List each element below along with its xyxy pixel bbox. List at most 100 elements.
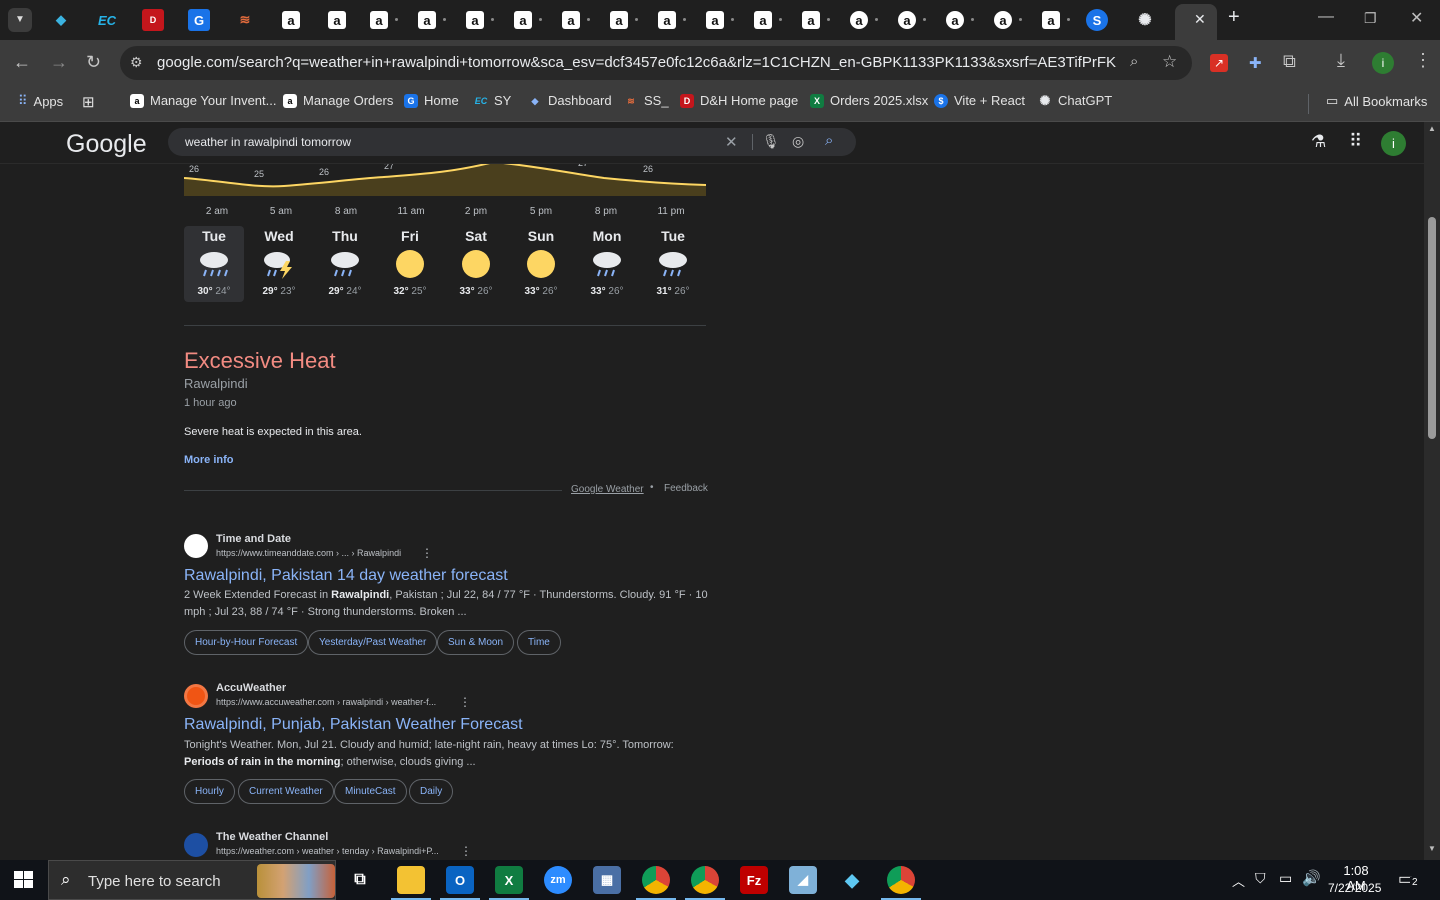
close-tab-icon[interactable]: ✕ (1194, 11, 1206, 28)
bookmark-ss[interactable]: ≋ SS_ (624, 93, 668, 108)
all-bookmarks[interactable]: ▭ All Bookmarks (1326, 93, 1427, 109)
chip-past-weather[interactable]: Yesterday/Past Weather (308, 630, 438, 655)
tab-search-button[interactable]: ▼ (8, 8, 32, 32)
filezilla-icon[interactable]: Fz (740, 866, 768, 894)
tab-amazon-icon[interactable]: a (466, 11, 484, 29)
notes-app-icon[interactable]: ◢ (789, 866, 817, 894)
tab-amazon-icon[interactable]: a (754, 11, 772, 29)
search-query[interactable]: weather in rawalpindi tomorrow (185, 135, 351, 149)
zoom-icon[interactable]: ⌕ (1130, 53, 1138, 70)
network-icon[interactable]: ▭ (1279, 870, 1292, 887)
result-title-link[interactable]: Rawalpindi, Punjab, Pakistan Weather For… (184, 716, 523, 734)
search-icon[interactable]: ⌕ (825, 132, 833, 149)
accuweather-favicon-icon[interactable] (184, 684, 208, 708)
result-site-name[interactable]: Time and Date (216, 533, 291, 545)
tab-favicon-icon[interactable]: ◆ (50, 9, 72, 31)
day-forecast[interactable]: Fri 32° 25° (380, 226, 440, 302)
show-hidden-icons-icon[interactable]: ︿ (1232, 871, 1245, 890)
day-forecast[interactable]: Tue 31° 26° (643, 226, 703, 302)
active-tab[interactable]: ✕ (1175, 4, 1217, 40)
result-site-name[interactable]: The Weather Channel (216, 831, 328, 843)
bookmark-apps[interactable]: ⠿ Apps (18, 93, 63, 109)
chrome-icon[interactable] (642, 866, 670, 894)
chip-current-weather[interactable]: Current Weather (238, 779, 334, 804)
tab-amazon-icon[interactable]: a (1042, 11, 1060, 29)
tab-amazon-icon[interactable]: a (658, 11, 676, 29)
chip-hourly[interactable]: Hourly (184, 779, 235, 804)
task-view-icon[interactable]: ⧉ (346, 866, 374, 894)
bookmark-chatgpt[interactable]: ✺ ChatGPT (1038, 93, 1113, 108)
google-weather-link[interactable]: Google Weather (571, 484, 644, 495)
windows-start-icon[interactable] (14, 871, 34, 889)
chip-sun-moon[interactable]: Sun & Moon (437, 630, 515, 655)
bookmark-star-icon[interactable]: ☆ (1162, 52, 1177, 72)
page-scrollbar[interactable]: ▲ ▼ (1424, 122, 1440, 860)
result-menu-icon[interactable]: ⋮ (460, 844, 472, 858)
tab-amazon-icon[interactable]: a (898, 11, 916, 29)
back-icon[interactable]: ← (13, 52, 31, 73)
more-info-link[interactable]: More info (184, 454, 234, 466)
tab-chatgpt-icon[interactable]: ✺ (1134, 9, 1156, 31)
taskbar-search-box[interactable]: ⌕ Type here to search (48, 860, 336, 900)
result-menu-icon[interactable]: ⋮ (421, 546, 433, 560)
forward-icon[interactable]: → (50, 52, 68, 73)
day-forecast[interactable]: Mon 33° 26° (577, 226, 637, 302)
volume-icon[interactable]: 🔊 (1302, 869, 1321, 887)
google-apps-icon[interactable]: ⠿ (1349, 131, 1362, 152)
bookmark-manage-orders[interactable]: a Manage Orders (283, 93, 393, 108)
tab-amazon-icon[interactable]: a (282, 11, 300, 29)
result-menu-icon[interactable]: ⋮ (459, 695, 471, 709)
day-forecast[interactable]: Wed 29° 23° (249, 226, 309, 302)
result-url[interactable]: https://www.timeanddate.com › ... › Rawa… (216, 548, 401, 558)
chrome-alt-icon[interactable] (887, 866, 915, 894)
clock-date[interactable]: 7/22/2025 (1328, 881, 1381, 895)
profile-avatar[interactable]: i (1372, 52, 1394, 74)
tab-amazon-icon[interactable]: a (418, 11, 436, 29)
chip-daily[interactable]: Daily (409, 779, 454, 804)
day-forecast[interactable]: Sat 33° 26° (446, 226, 506, 302)
day-forecast[interactable]: Thu 29° 24° (315, 226, 375, 302)
notification-center-icon[interactable]: ▭ 2 (1398, 869, 1422, 891)
search-input[interactable]: weather in rawalpindi tomorrow ✕ 🎙 ◎ ⌕ (168, 128, 856, 156)
download-icon[interactable]: ⤓ (1337, 50, 1345, 71)
file-explorer-icon[interactable] (397, 866, 425, 894)
dev-tool-icon[interactable]: ◆ (838, 866, 866, 894)
chip-minutecast[interactable]: MinuteCast (334, 779, 407, 804)
result-url[interactable]: https://www.accuweather.com › rawalpindi… (216, 697, 436, 707)
tab-amazon-icon[interactable]: a (946, 11, 964, 29)
result-site-name[interactable]: AccuWeather (216, 682, 286, 694)
extension-puzzle-blue-icon[interactable]: ✚ (1249, 54, 1262, 72)
minimize-icon[interactable]: — (1318, 8, 1334, 26)
bookmark-orders-xlsx[interactable]: X Orders 2025.xlsx (810, 93, 928, 108)
tab-g-icon[interactable]: G (188, 9, 210, 31)
lens-icon[interactable]: ◎ (792, 133, 804, 150)
browser-menu-icon[interactable]: ⋮ (1414, 50, 1432, 71)
labs-flask-icon[interactable]: ⚗ (1311, 132, 1326, 152)
day-forecast[interactable]: Sun 33° 26° (511, 226, 571, 302)
tab-amazon-icon[interactable]: a (514, 11, 532, 29)
bookmark-manage-inventory[interactable]: a Manage Your Invent... (130, 93, 276, 108)
tab-amazon-icon[interactable]: a (610, 11, 628, 29)
outlook-icon[interactable]: O (446, 866, 474, 894)
tab-amazon-icon[interactable]: a (994, 11, 1012, 29)
result-title-link[interactable]: Rawalpindi, Pakistan 14 day weather fore… (184, 567, 508, 585)
tab-ec-icon[interactable]: EC (96, 9, 118, 31)
tab-dh-icon[interactable]: D (142, 9, 164, 31)
chip-hour-by-hour[interactable]: Hour-by-Hour Forecast (184, 630, 309, 655)
bookmark-home[interactable]: G Home (404, 93, 459, 108)
tab-amazon-icon[interactable]: a (370, 11, 388, 29)
extension-pdf-icon[interactable]: ↗ (1210, 54, 1228, 72)
bookmark-dh-home[interactable]: D D&H Home page (680, 93, 798, 108)
site-info-icon[interactable]: ⚙ (130, 54, 143, 71)
scroll-down-arrow-icon[interactable]: ▼ (1428, 844, 1436, 853)
tab-dollar-icon[interactable]: S (1086, 9, 1108, 31)
account-avatar[interactable]: i (1381, 131, 1406, 156)
restore-icon[interactable]: ❐ (1364, 10, 1377, 27)
scroll-up-arrow-icon[interactable]: ▲ (1428, 124, 1436, 133)
result-url[interactable]: https://weather.com › weather › tenday ›… (216, 846, 439, 856)
bookmark-dashboard[interactable]: ◆ Dashboard (528, 93, 612, 108)
bookmark-vite-react[interactable]: $ Vite + React (934, 93, 1025, 108)
security-icon[interactable]: ⛉ (1255, 870, 1266, 887)
address-bar[interactable]: ⚙ google.com/search?q=weather+in+rawalpi… (120, 46, 1192, 80)
feedback-link[interactable]: Feedback (664, 483, 708, 494)
